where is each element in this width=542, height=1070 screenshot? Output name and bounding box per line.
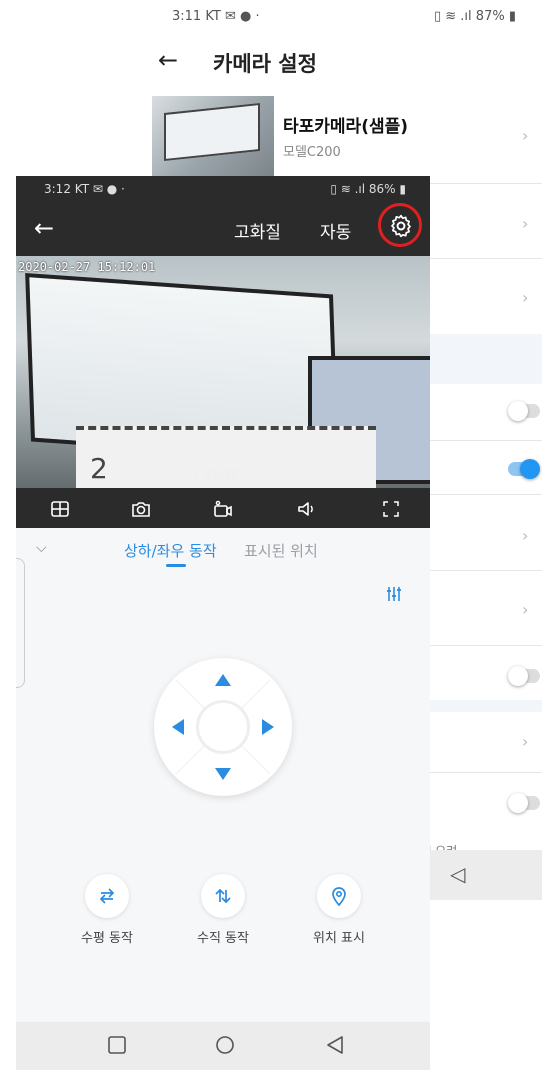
page-title: 카메라 설정	[213, 52, 317, 76]
chevron-right-icon[interactable]: ›	[522, 288, 536, 307]
side-drawer-handle[interactable]	[16, 558, 25, 688]
tab-pan-tilt[interactable]: 상하/좌우 동작	[124, 540, 217, 561]
auto-button[interactable]: 자동	[320, 218, 351, 243]
chevron-right-icon[interactable]: ›	[522, 526, 536, 545]
toggle-switch[interactable]	[508, 401, 540, 421]
chevron-right-icon[interactable]: ›	[522, 732, 536, 751]
vertical-move-action[interactable]: 수직 동작	[178, 874, 268, 946]
horizontal-arrows-icon	[99, 888, 115, 904]
action-label: 위치 표시	[313, 931, 365, 946]
grid-view-icon[interactable]	[49, 498, 71, 520]
nav-back-icon[interactable]: ◁	[450, 862, 465, 886]
chevron-right-icon[interactable]: ›	[522, 126, 536, 145]
video-control-bar	[16, 488, 430, 528]
chevron-right-icon[interactable]: ›	[522, 600, 536, 619]
toggle-switch[interactable]	[508, 793, 540, 813]
camera-video-feed[interactable]: 2020-02-27 15:12:01 2 〈 01/32 〉	[16, 256, 430, 499]
camera-model: 모델C200	[283, 145, 341, 160]
chevron-down-icon[interactable]: ⌵	[36, 540, 47, 556]
overlay-status-bar: 3:12 KT ✉ ● · ▯ ≋ .ıl 86% ▮	[16, 176, 430, 202]
arrow-right-icon[interactable]	[262, 719, 274, 735]
active-tab-indicator	[166, 564, 186, 567]
status-time: 3:12 KT ✉ ● ·	[44, 182, 125, 196]
vertical-arrows-icon	[215, 888, 231, 904]
quality-button[interactable]: 고화질	[234, 218, 281, 243]
nav-back-icon[interactable]	[324, 1034, 346, 1056]
toggle-switch[interactable]	[508, 666, 540, 686]
camera-thumbnail	[152, 96, 274, 176]
direction-pad[interactable]	[154, 658, 292, 796]
camera-live-view-screen: 3:12 KT ✉ ● · ▯ ≋ .ıl 86% ▮ ← 고화질 자동 202…	[16, 176, 430, 1070]
tab-marked-positions[interactable]: 표시된 위치	[244, 540, 318, 561]
settings-header: ← 카메라 설정	[0, 40, 542, 84]
status-right: ▯ ≋ .ıl 86% ▮	[330, 182, 406, 196]
back-arrow-icon[interactable]: ←	[34, 214, 54, 242]
camera-snapshot-icon[interactable]	[130, 498, 152, 520]
nav-recents-icon[interactable]	[106, 1034, 128, 1056]
calendar-number: 2	[90, 452, 108, 485]
arrow-left-icon[interactable]	[172, 719, 184, 735]
toggle-switch-on[interactable]	[508, 459, 540, 479]
action-label: 수직 동작	[197, 931, 249, 946]
chevron-right-icon[interactable]: ›	[522, 214, 536, 233]
mark-position-action[interactable]: 위치 표시	[294, 874, 384, 946]
dpad-center	[196, 700, 250, 754]
arrow-down-icon[interactable]	[215, 768, 231, 780]
live-view-topbar: ← 고화질 자동	[16, 202, 430, 256]
back-arrow-icon[interactable]: ←	[158, 46, 178, 74]
adjust-sliders-icon[interactable]	[384, 584, 404, 604]
action-label: 수평 동작	[81, 931, 133, 946]
location-pin-icon	[332, 887, 346, 907]
video-timestamp: 2020-02-27 15:12:01	[18, 260, 156, 274]
background-nav-bar: ◁	[430, 850, 542, 900]
arrow-up-icon[interactable]	[215, 674, 231, 686]
status-time: 3:11 KT ✉ ● ·	[172, 9, 260, 24]
record-video-icon[interactable]	[212, 498, 234, 520]
fullscreen-icon[interactable]	[380, 498, 402, 520]
nav-home-icon[interactable]	[214, 1034, 236, 1056]
background-status-bar: 3:11 KT ✉ ● · ▯ ≋ .ıl 87% ▮	[0, 0, 542, 36]
status-right: ▯ ≋ .ıl 87% ▮	[433, 9, 516, 24]
camera-name: 타포카메라(샘플)	[283, 117, 409, 137]
page-indicator: 〈 01/32 〉	[188, 468, 255, 482]
horizontal-move-action[interactable]: 수평 동작	[62, 874, 152, 946]
ptz-tabs: ⌵ 상하/좌우 동작 표시된 위치	[16, 528, 430, 574]
highlight-circle	[378, 203, 422, 247]
overlay-nav-bar	[16, 1022, 430, 1070]
speaker-icon[interactable]	[295, 498, 317, 520]
